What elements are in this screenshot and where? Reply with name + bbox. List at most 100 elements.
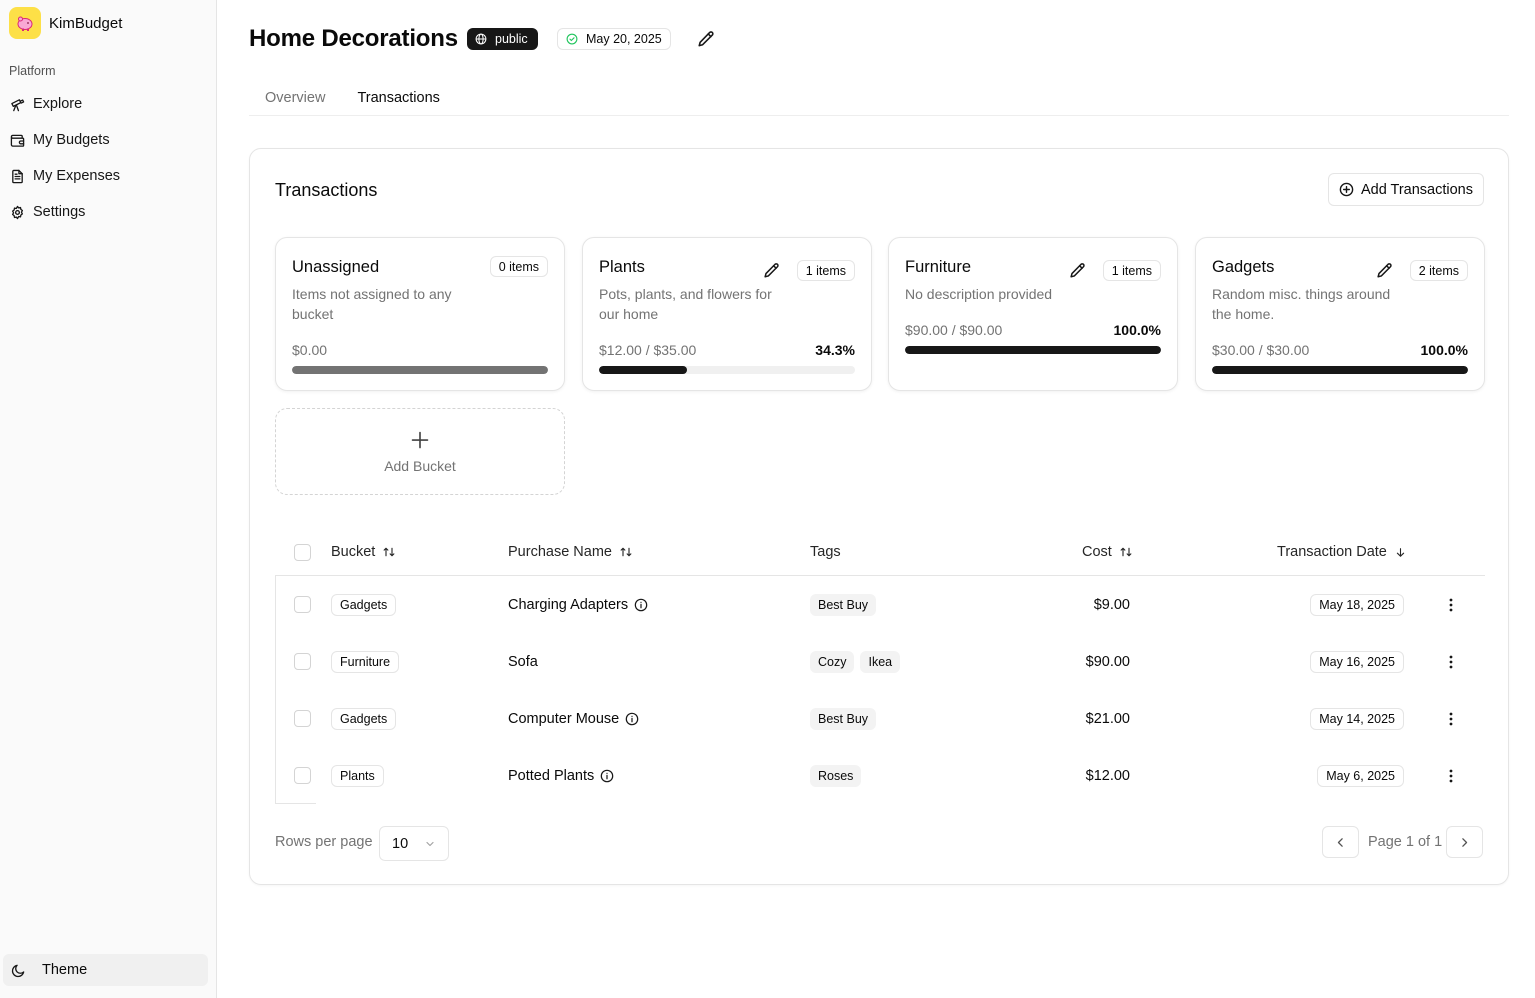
more-vertical-icon [1449,769,1453,782]
cost-value: $12.00 [1085,767,1130,784]
brand-name: KimBudget [49,14,123,32]
sidebar-item-my-expenses[interactable]: My Expenses [0,158,216,194]
chevron-right-icon [1462,837,1468,847]
pencil-icon [764,263,779,278]
tab-overview[interactable]: Overview [249,84,341,112]
theme-toggle-button[interactable]: Theme [3,954,208,986]
bucket-description: Pots, plants, and flowers for our home [599,286,772,322]
column-label: Cost [1082,544,1112,560]
column-header-transaction-date[interactable]: Transaction Date [1277,534,1406,570]
previous-page-button[interactable] [1322,826,1359,858]
add-bucket-button[interactable]: Add Bucket [275,408,565,495]
bucket-progress-fill [292,366,548,374]
bucket-progress-bar [905,346,1161,354]
row-actions-button[interactable] [1443,747,1459,804]
bucket-amount: $12.00 / $35.00 [599,342,697,358]
nav-section-label: Platform [9,64,56,78]
bucket-item-count: 1 items [1102,260,1161,281]
pencil-icon [698,31,714,47]
select-all-cell [294,534,311,570]
rows-per-page-select[interactable]: 10 [379,826,449,861]
column-label: Tags [810,544,841,560]
sidebar-item-settings[interactable]: Settings [0,194,216,230]
edit-bucket-button[interactable] [1376,262,1394,280]
gear-icon [11,205,24,219]
bucket-amount: $90.00 / $90.00 [905,322,1003,338]
cost-value: $90.00 [1085,653,1130,670]
bucket-progress-bar [292,366,548,374]
edit-bucket-button[interactable] [763,262,781,280]
sort-icon [1120,547,1132,557]
tag-chip: Roses [810,764,862,787]
add-transactions-button[interactable]: Add Transactions [1327,173,1484,206]
tag-chip: Best Buy [810,707,877,730]
bucket-card-plants[interactable]: Plants 1 items Pots, plants, and flowers… [582,237,872,391]
sidebar-item-label: Explore [33,96,83,112]
column-header-tags: Tags [810,534,841,570]
info-icon[interactable] [600,769,614,783]
bucket-percent: 100.0% [1113,322,1161,338]
arrow-down-icon [1396,547,1405,557]
date-pill: May 18, 2025 [1310,593,1404,616]
plus-circle-icon [1339,182,1354,197]
bucket-card-gadgets[interactable]: Gadgets 2 items Random misc. things arou… [1195,237,1485,391]
more-vertical-icon [1449,598,1453,611]
sidebar-item-explore[interactable]: Explore [0,86,216,122]
row-actions-button[interactable] [1443,633,1459,690]
pencil-icon [1377,263,1392,278]
purchase-name: Computer Mouse [508,710,620,727]
visibility-label: public [495,32,528,46]
select-all-checkbox[interactable] [294,543,311,561]
check-circle-icon [566,33,578,45]
bucket-card-unassigned[interactable]: Unassigned 0 items Items not assigned to… [275,237,565,391]
page-indicator: Page 1 of 1 [1368,834,1443,850]
column-header-bucket[interactable]: Bucket [331,534,395,570]
sidebar-item-my-budgets[interactable]: My Budgets [0,122,216,158]
plus-icon [411,431,429,448]
column-label: Purchase Name [508,544,612,560]
next-page-button[interactable] [1446,826,1483,858]
bucket-description: Items not assigned to any bucket [292,286,452,322]
edit-bucket-button[interactable] [1069,262,1087,280]
cost-value: $21.00 [1085,710,1130,727]
sort-icon [383,547,395,557]
tab-transactions[interactable]: Transactions [341,84,455,112]
bucket-description: Random misc. things around the home. [1212,286,1391,322]
bucket-pill: Plants [331,764,384,787]
bucket-pill: Gadgets [331,593,397,616]
table-row[interactable]: Plants Potted Plants Roses $12.00 May 6,… [275,747,1485,804]
add-bucket-label: Add Bucket [384,457,456,474]
add-transactions-label: Add Transactions [1360,181,1473,198]
bucket-item-count: 1 items [796,260,855,281]
purchase-name: Sofa [508,653,538,670]
sidebar-item-label: My Expenses [33,168,121,184]
globe-icon [475,33,487,45]
date-pill: May 16, 2025 [1310,650,1404,673]
bucket-item-count: 0 items [489,256,548,277]
bucket-progress-fill [905,346,1161,354]
table-row[interactable]: Gadgets Computer Mouse Best Buy $21.00 M… [275,690,1485,747]
chevron-down-icon [426,841,434,846]
info-icon[interactable] [625,712,639,726]
transactions-card: Transactions Add Transactions Unassigned… [249,148,1509,885]
column-label: Transaction Date [1277,544,1387,560]
tag-chip: Ikea [860,650,901,673]
edit-title-button[interactable] [697,30,715,48]
moon-icon [11,964,25,977]
brand[interactable]: KimBudget [9,7,122,39]
sidebar-item-label: Settings [33,204,86,220]
info-icon[interactable] [634,598,648,612]
column-header-purchase-name[interactable]: Purchase Name [508,534,632,570]
chevron-left-icon [1337,837,1343,847]
table-row[interactable]: Gadgets Charging Adapters Best Buy $9.00… [275,576,1485,633]
sidebar: KimBudget Platform Explore My Budgets My… [0,0,217,998]
bucket-percent: 34.3% [815,342,855,358]
row-actions-button[interactable] [1443,690,1459,747]
piggy-bank-icon [9,7,41,39]
table-row[interactable]: Furniture Sofa Cozy Ikea $90.00 May 16, … [275,633,1485,690]
column-header-cost[interactable]: Cost [1082,534,1132,570]
telescope-icon [11,98,25,111]
bucket-amount: $30.00 / $30.00 [1212,342,1310,358]
bucket-card-furniture[interactable]: Furniture 1 items No description provide… [888,237,1178,391]
row-actions-button[interactable] [1443,576,1459,633]
